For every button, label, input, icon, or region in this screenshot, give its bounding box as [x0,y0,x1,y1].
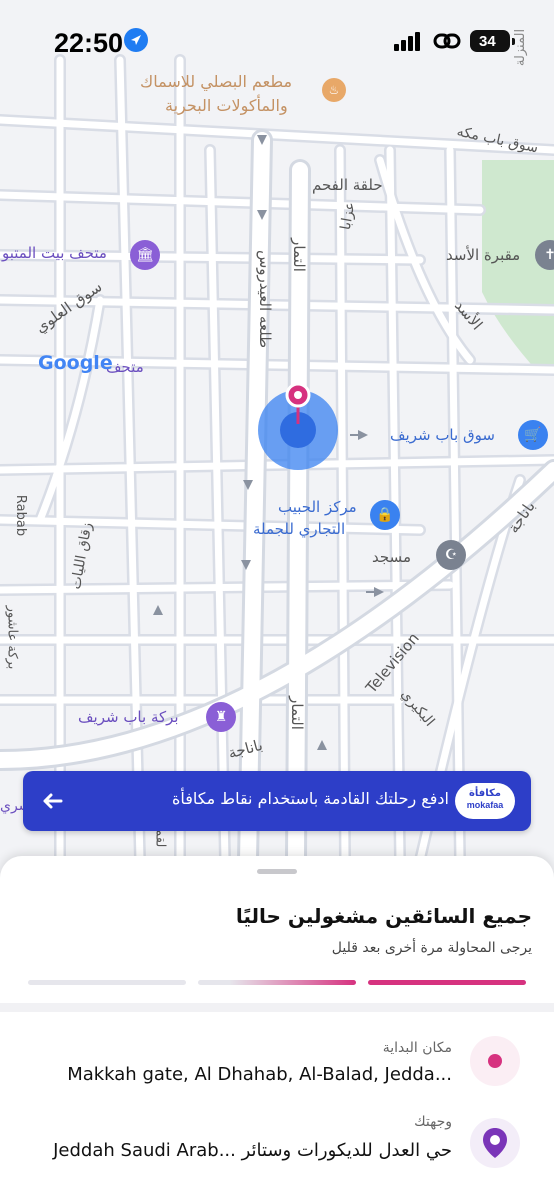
cellular-signal-icon [394,32,420,51]
sheet-drag-handle[interactable] [257,869,297,874]
map-label-birkat-bab-sharif: بركة باب شريف [78,708,179,726]
pickup-marker [470,1036,520,1086]
shopping-cart-icon: 🛒 [518,420,548,450]
map-label-altammar: التمار [289,238,308,272]
mokafaa-logo-en: mokafaa [466,800,504,810]
map-label-maqbarat: مقبرة الأسد [446,246,521,264]
search-progress-segment-2 [198,980,356,985]
arrow-left-icon[interactable] [37,785,69,817]
destination-marker [470,1118,520,1168]
pickup-address[interactable]: Makkah gate, Al Dhahab, Al-Balad, Jedda.… [67,1064,452,1085]
museum-icon: 🏛 [130,240,160,270]
status-title: جميع السائقين مشغولين حاليًا [235,904,532,928]
bottom-sheet: جميع السائقين مشغولين حاليًا يرجى المحاو… [0,856,554,1200]
pickup-label: مكان البداية [382,1040,452,1056]
map-label-rabab: Rabab [13,494,29,537]
section-divider [0,1003,554,1012]
restaurant-icon: ♨ [322,78,346,102]
location-services-icon [124,28,148,52]
status-bar: 22:50 34 [0,0,554,80]
destination-address[interactable]: Jeddah Saudi Arab... حي العدل للديكورات … [53,1140,452,1161]
map-label-souq-bab-sharif: سوق باب شريف [390,426,495,444]
destination-pin-icon [483,1128,507,1158]
shopping-bag-icon: 🔒 [370,500,400,530]
battery-icon: 34 [470,30,515,52]
status-subtitle: يرجى المحاولة مرة أخرى بعد قليل [331,940,532,956]
battery-level: 34 [479,32,496,50]
map-label-birkat-ashour: بركة عاشور [4,605,20,670]
mokafaa-logo-ar: مكافأة [469,788,501,799]
map-label-halqat-alfahm: حلقة الفحم [312,176,383,194]
mosque-icon: ☪ [436,540,466,570]
map-label-restaurant-line2: والمأكولات البحرية [165,96,288,115]
landmark-icon: ♜ [206,702,236,732]
map-label-tal3a: طلعه العيدروس [256,249,275,349]
map-label-markaz1: مركز الحبيب [278,498,357,516]
mokafaa-promo-banner[interactable]: ادفع رحلتك القادمة باستخدام نقاط مكافأة … [23,771,531,831]
map-label-markaz2: التجاري للجملة [253,520,346,538]
destination-label: وجهتك [414,1114,452,1130]
map-label-altammar-2: التمار [287,696,306,730]
status-time: 22:50 [54,28,124,58]
google-logo: Google [38,352,113,374]
pickup-dot-icon [488,1054,502,1068]
map-label-museum: متحف بيت المتبو [2,244,107,262]
promo-text: ادفع رحلتك القادمة باستخدام نقاط مكافأة [172,789,449,808]
search-progress-segment-3 [28,980,186,985]
search-progress-segment-1 [368,980,526,985]
map-label-masjid: مسجد [372,548,411,566]
mokafaa-logo: مكافأة mokafaa [455,783,515,819]
personal-hotspot-icon [433,33,461,49]
